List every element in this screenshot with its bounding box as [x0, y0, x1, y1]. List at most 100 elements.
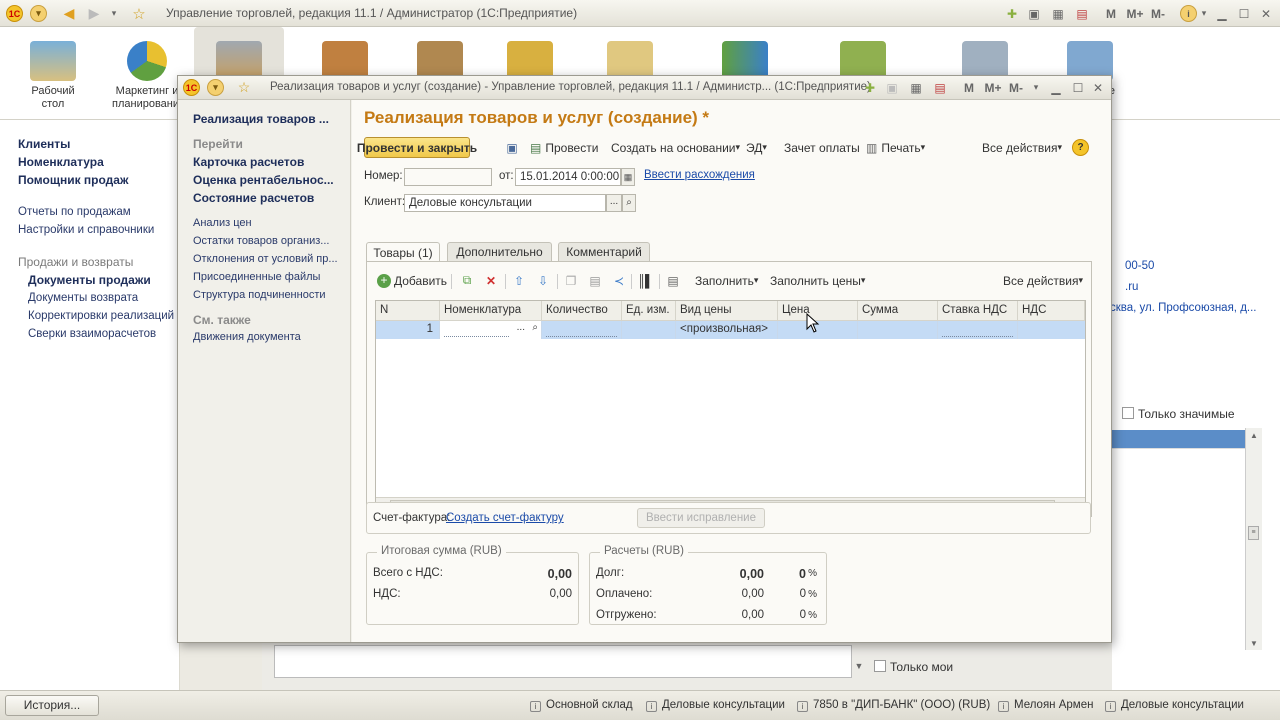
number-input[interactable]: [404, 168, 492, 186]
copy-icon[interactable]: ❐: [563, 270, 579, 291]
help-icon[interactable]: ?: [1072, 139, 1089, 156]
close-icon[interactable]: ✕: [1090, 78, 1106, 97]
memory-plus-button[interactable]: M+: [982, 78, 1004, 97]
memory-button[interactable]: M: [1104, 4, 1118, 23]
memory-plus-button[interactable]: M+: [1124, 4, 1146, 23]
print-dropdown[interactable]: ▥ Печать: [866, 137, 925, 158]
column-header-unit[interactable]: Ед. изм.: [622, 301, 676, 321]
paste-icon[interactable]: ▤: [587, 270, 603, 291]
history-button[interactable]: История...: [5, 695, 99, 716]
favorites-star-icon[interactable]: ☆: [130, 4, 148, 23]
nav-link-return-documents[interactable]: Документы возврата: [28, 292, 138, 304]
nav-link-subordination[interactable]: Структура подчиненности: [193, 289, 343, 301]
select-client-button[interactable]: ...: [606, 194, 622, 212]
status-item-organization[interactable]: i Деловые консультации: [646, 699, 785, 712]
cell-sum[interactable]: [858, 321, 938, 339]
nav-link-attached-files[interactable]: Присоединенные файлы: [193, 271, 343, 283]
minimize-icon[interactable]: ▁: [1048, 78, 1064, 97]
search-icon[interactable]: ⌕: [622, 194, 636, 212]
nav-link-nomenclature[interactable]: Номенклатура: [18, 155, 104, 169]
payment-offset-button[interactable]: Зачет оплаты: [784, 137, 860, 158]
forward-icon[interactable]: ▶: [85, 4, 103, 23]
ed-dropdown[interactable]: ЭД: [746, 137, 767, 158]
nav-link-price-analysis[interactable]: Анализ цен: [193, 217, 343, 229]
nav-link-settlement-card[interactable]: Карточка расчетов: [193, 155, 343, 169]
nav-link-sales-assistant[interactable]: Помощник продаж: [18, 173, 128, 187]
print-icon[interactable]: ▣: [1026, 4, 1042, 23]
only-mine-checkbox[interactable]: [874, 660, 886, 672]
print-icon[interactable]: ▣: [884, 78, 900, 97]
nav-link-sales-documents[interactable]: Документы продажи: [28, 273, 151, 287]
only-significant-checkbox[interactable]: [1122, 407, 1134, 419]
status-item-bank-account[interactable]: i 7850 в "ДИП-БАНК" (ООО) (RUB): [797, 699, 990, 712]
maximize-icon[interactable]: ☐: [1070, 78, 1086, 97]
nav-link-settlement-state[interactable]: Состояние расчетов: [193, 191, 343, 205]
background-comment-field[interactable]: [274, 645, 852, 678]
column-header-vat[interactable]: НДС: [1018, 301, 1085, 321]
back-icon[interactable]: ◀: [60, 4, 78, 23]
column-header-n[interactable]: N: [376, 301, 440, 321]
main-menu-icon[interactable]: ▾: [30, 5, 47, 22]
date-input[interactable]: 15.01.2014 0:00:00: [515, 168, 621, 186]
post-button[interactable]: ▤ Провести: [530, 137, 598, 158]
cell-vat-rate[interactable]: [938, 321, 1018, 339]
list-icon[interactable]: ▤: [665, 270, 681, 291]
calculator-icon[interactable]: ▦: [1050, 4, 1066, 23]
post-and-close-button[interactable]: Провести и закрыть: [357, 137, 477, 158]
move-down-icon[interactable]: ⇩: [535, 270, 551, 291]
tab-comment[interactable]: Комментарий: [558, 242, 650, 261]
cell-quantity[interactable]: [542, 321, 622, 339]
table-all-actions-dropdown[interactable]: Все действия: [1003, 270, 1083, 291]
table-row[interactable]: 1 ... ⌕ <произвольная>: [376, 321, 1085, 339]
nav-link-reconciliations[interactable]: Сверки взаиморасчетов: [28, 328, 156, 340]
scroll-down-icon[interactable]: ▼: [852, 657, 866, 675]
enter-discrepancies-link[interactable]: Ввести расхождения: [644, 169, 755, 181]
create-based-on-dropdown[interactable]: Создать на основании: [611, 137, 740, 158]
status-item-warehouse[interactable]: i Основной склад: [530, 699, 633, 712]
create-invoice-link[interactable]: Создать счет-фактуру: [446, 512, 564, 524]
info-icon[interactable]: i: [1180, 5, 1197, 22]
close-icon[interactable]: ✕: [1258, 4, 1274, 23]
client-input[interactable]: Деловые консультации: [404, 194, 606, 212]
memory-minus-button[interactable]: M-: [1006, 78, 1026, 97]
nav-link-document-movements[interactable]: Движения документа: [193, 331, 343, 343]
status-item-user[interactable]: i Мелоян Армен: [998, 699, 1093, 712]
cell-unit[interactable]: [622, 321, 676, 339]
column-header-nomenclature[interactable]: Номенклатура: [440, 301, 542, 321]
save-icon[interactable]: ▣: [504, 137, 520, 158]
scroll-grip-icon[interactable]: ≡: [1248, 526, 1259, 540]
memory-minus-button[interactable]: M-: [1148, 4, 1168, 23]
calendar-icon[interactable]: ▤: [1074, 4, 1090, 23]
barcode-icon[interactable]: ║▌: [637, 270, 653, 291]
nav-link-clients[interactable]: Клиенты: [18, 137, 70, 151]
copy-row-icon[interactable]: ⧉: [459, 270, 475, 291]
share-icon[interactable]: ≺: [611, 270, 627, 291]
fill-prices-dropdown[interactable]: Заполнить цены: [770, 270, 865, 291]
info-dropdown-icon[interactable]: ▾: [1198, 4, 1210, 23]
all-actions-dropdown[interactable]: Все действия: [982, 137, 1062, 158]
1c-logo-icon[interactable]: 1С: [6, 5, 23, 22]
column-header-price-type[interactable]: Вид цены: [676, 301, 778, 321]
nav-link-settings[interactable]: Настройки и справочники: [18, 224, 154, 236]
dropdown-icon[interactable]: ▾: [1030, 78, 1042, 97]
favorites-star-icon[interactable]: ☆: [235, 78, 253, 97]
maximize-icon[interactable]: ☐: [1236, 4, 1252, 23]
column-header-sum[interactable]: Сумма: [858, 301, 938, 321]
search-icon[interactable]: ⌕: [532, 322, 538, 333]
add-favorites-icon[interactable]: ✚: [1003, 4, 1021, 23]
select-nomenclature-button[interactable]: ...: [517, 322, 525, 333]
add-row-button[interactable]: + Добавить: [377, 270, 447, 291]
cell-price-type[interactable]: <произвольная>: [676, 321, 778, 339]
nav-link-profitability[interactable]: Оценка рентабельнос...: [193, 173, 343, 187]
minimize-icon[interactable]: ▁: [1214, 4, 1230, 23]
nav-link-condition-deviations[interactable]: Отклонения от условий пр...: [193, 253, 343, 265]
calendar-picker-icon[interactable]: ▦: [621, 168, 635, 186]
tab-additional[interactable]: Дополнительно: [447, 242, 552, 261]
fill-dropdown[interactable]: Заполнить: [695, 270, 758, 291]
column-header-quantity[interactable]: Количество: [542, 301, 622, 321]
memory-button[interactable]: M: [962, 78, 976, 97]
nav-link-sales-reports[interactable]: Отчеты по продажам: [18, 206, 131, 218]
status-item-company[interactable]: i Деловые консультации: [1105, 699, 1244, 712]
tab-goods[interactable]: Товары (1): [366, 242, 440, 262]
calendar-icon[interactable]: ▤: [932, 78, 948, 97]
